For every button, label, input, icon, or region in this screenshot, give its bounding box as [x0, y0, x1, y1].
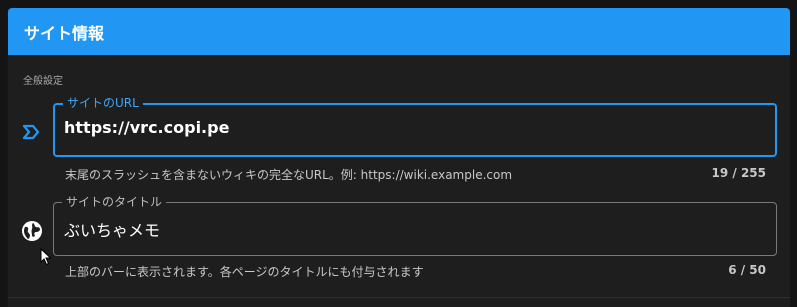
- site-url-input[interactable]: https://vrc.copi.pe: [64, 118, 229, 137]
- mouse-pointer-icon: [40, 248, 52, 266]
- card-title: サイト情報: [24, 23, 105, 43]
- site-url-hint: 末尾のスラッシュを含まないウィキの完全なURL。例: https://wiki.…: [65, 168, 513, 182]
- site-title-input[interactable]: ぶいちゃメモ: [64, 217, 160, 241]
- site-title-hint: 上部のバーに表示されます。各ページのタイトルにも付与されます: [65, 265, 424, 279]
- site-title-label: サイトのタイトル: [62, 195, 167, 209]
- globe-icon: [22, 221, 42, 241]
- card-header: サイト情報: [8, 8, 790, 55]
- divider: [8, 297, 790, 298]
- chevron-right-icon: [22, 124, 40, 140]
- site-url-counter: 19 / 255: [711, 166, 767, 180]
- section-label: 全般設定: [23, 76, 63, 87]
- site-url-label: サイトのURL: [63, 96, 143, 110]
- site-title-field[interactable]: サイトのタイトル ぶいちゃメモ: [53, 195, 777, 256]
- site-url-field[interactable]: サイトのURL https://vrc.copi.pe: [53, 96, 777, 157]
- site-info-card: サイト情報 全般設定 サイトのURL https://vrc.copi.pe 末…: [8, 8, 790, 307]
- site-title-counter: 6 / 50: [728, 263, 766, 277]
